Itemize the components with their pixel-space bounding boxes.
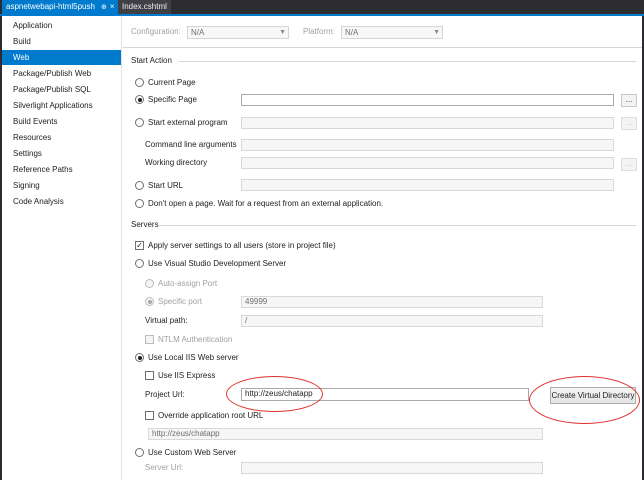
virtual-path-input[interactable]: / bbox=[241, 315, 543, 327]
tab-label: aspnetwebapi-html5push bbox=[6, 2, 95, 11]
tab-index-cshtml[interactable]: Index.cshtml bbox=[118, 0, 171, 14]
vs-dev-server-radio[interactable] bbox=[135, 259, 144, 268]
command-line-arguments-label: Command line arguments bbox=[145, 140, 237, 149]
specific-page-label: Specific Page bbox=[148, 95, 197, 104]
auto-assign-port-radio[interactable] bbox=[145, 279, 154, 288]
current-page-label: Current Page bbox=[148, 78, 196, 87]
server-url-label: Server Url: bbox=[145, 463, 184, 472]
local-iis-label: Use Local IIS Web server bbox=[148, 353, 239, 362]
start-action-heading: Start Action bbox=[131, 56, 172, 65]
iis-express-label: Use IIS Express bbox=[158, 371, 216, 380]
specific-port-input[interactable]: 49999 bbox=[241, 296, 543, 308]
start-url-label: Start URL bbox=[148, 181, 184, 190]
sidebar-item-code-analysis[interactable]: Code Analysis bbox=[2, 194, 121, 209]
sidebar: Application Build Web Package/Publish We… bbox=[2, 16, 122, 480]
chevron-down-icon: ▼ bbox=[433, 29, 440, 36]
working-directory-input[interactable] bbox=[241, 157, 614, 169]
web-properties-panel: Configuration: N/A ▼ Platform: N/A ▼ Sta… bbox=[123, 16, 642, 480]
sidebar-item-build-events[interactable]: Build Events bbox=[2, 114, 121, 129]
external-program-radio[interactable] bbox=[135, 118, 144, 127]
custom-web-server-radio[interactable] bbox=[135, 448, 144, 457]
highlight-circle-project-url bbox=[226, 376, 323, 412]
tab-label: Index.cshtml bbox=[122, 2, 167, 11]
current-page-radio[interactable] bbox=[135, 78, 144, 87]
virtual-path-label: Virtual path: bbox=[145, 316, 188, 325]
configuration-select[interactable]: N/A ▼ bbox=[187, 26, 289, 39]
specific-port-label: Specific port bbox=[158, 297, 203, 306]
sidebar-item-reference-paths[interactable]: Reference Paths bbox=[2, 162, 121, 177]
platform-value: N/A bbox=[345, 28, 359, 37]
config-separator bbox=[123, 47, 642, 48]
external-program-browse-button[interactable]: ... bbox=[621, 117, 637, 130]
configuration-value: N/A bbox=[191, 28, 205, 37]
override-root-url-label: Override application root URL bbox=[158, 411, 264, 420]
working-directory-browse-button[interactable]: ... bbox=[621, 158, 637, 171]
auto-assign-port-label: Auto-assign Port bbox=[158, 279, 218, 288]
vs-dev-server-label: Use Visual Studio Development Server bbox=[148, 259, 287, 268]
sidebar-item-package-publish-sql[interactable]: Package/Publish SQL bbox=[2, 82, 121, 97]
tab-project-properties[interactable]: aspnetwebapi-html5push ⊕ × bbox=[2, 0, 119, 14]
start-action-separator bbox=[179, 61, 636, 62]
iis-express-checkbox[interactable] bbox=[145, 371, 154, 380]
sidebar-item-resources[interactable]: Resources bbox=[2, 130, 121, 145]
configuration-label: Configuration: bbox=[131, 27, 181, 36]
apply-settings-label: Apply server settings to all users (stor… bbox=[148, 241, 336, 250]
start-url-input[interactable] bbox=[241, 179, 614, 191]
ntlm-label: NTLM Authentication bbox=[158, 335, 233, 344]
command-line-arguments-input[interactable] bbox=[241, 139, 614, 151]
sidebar-item-signing[interactable]: Signing bbox=[2, 178, 121, 193]
ntlm-checkbox[interactable] bbox=[145, 335, 154, 344]
sidebar-item-build[interactable]: Build bbox=[2, 34, 121, 49]
servers-heading: Servers bbox=[131, 220, 159, 229]
dont-open-page-label: Don't open a page. Wait for a request fr… bbox=[148, 199, 384, 208]
dont-open-page-radio[interactable] bbox=[135, 199, 144, 208]
external-program-label: Start external program bbox=[148, 118, 228, 127]
custom-web-server-label: Use Custom Web Server bbox=[148, 448, 237, 457]
chevron-down-icon: ▼ bbox=[279, 29, 286, 36]
sidebar-item-application[interactable]: Application bbox=[2, 18, 121, 33]
working-directory-label: Working directory bbox=[145, 158, 208, 167]
start-url-radio[interactable] bbox=[135, 181, 144, 190]
servers-separator bbox=[159, 225, 636, 226]
specific-page-input[interactable] bbox=[241, 94, 614, 106]
override-root-url-input[interactable]: http://zeus/chatapp bbox=[148, 428, 543, 440]
sidebar-item-web[interactable]: Web bbox=[2, 50, 121, 65]
override-root-url-checkbox[interactable] bbox=[145, 411, 154, 420]
close-icon[interactable]: × bbox=[110, 2, 115, 11]
highlight-circle-create-virtual-directory bbox=[529, 376, 640, 424]
platform-select[interactable]: N/A ▼ bbox=[341, 26, 443, 39]
pin-icon[interactable]: ⊕ bbox=[101, 4, 107, 11]
server-url-input[interactable] bbox=[241, 462, 543, 474]
sidebar-item-settings[interactable]: Settings bbox=[2, 146, 121, 161]
sidebar-item-package-publish-web[interactable]: Package/Publish Web bbox=[2, 66, 121, 81]
specific-port-radio[interactable] bbox=[145, 297, 154, 306]
sidebar-item-silverlight-applications[interactable]: Silverlight Applications bbox=[2, 98, 121, 113]
platform-label: Platform: bbox=[303, 27, 336, 36]
apply-settings-checkbox[interactable]: ✓ bbox=[135, 241, 144, 250]
local-iis-radio[interactable] bbox=[135, 353, 144, 362]
external-program-input[interactable] bbox=[241, 117, 614, 129]
project-url-label: Project Url: bbox=[145, 390, 185, 399]
specific-page-radio[interactable] bbox=[135, 95, 144, 104]
specific-page-browse-button[interactable]: ... bbox=[621, 94, 637, 107]
